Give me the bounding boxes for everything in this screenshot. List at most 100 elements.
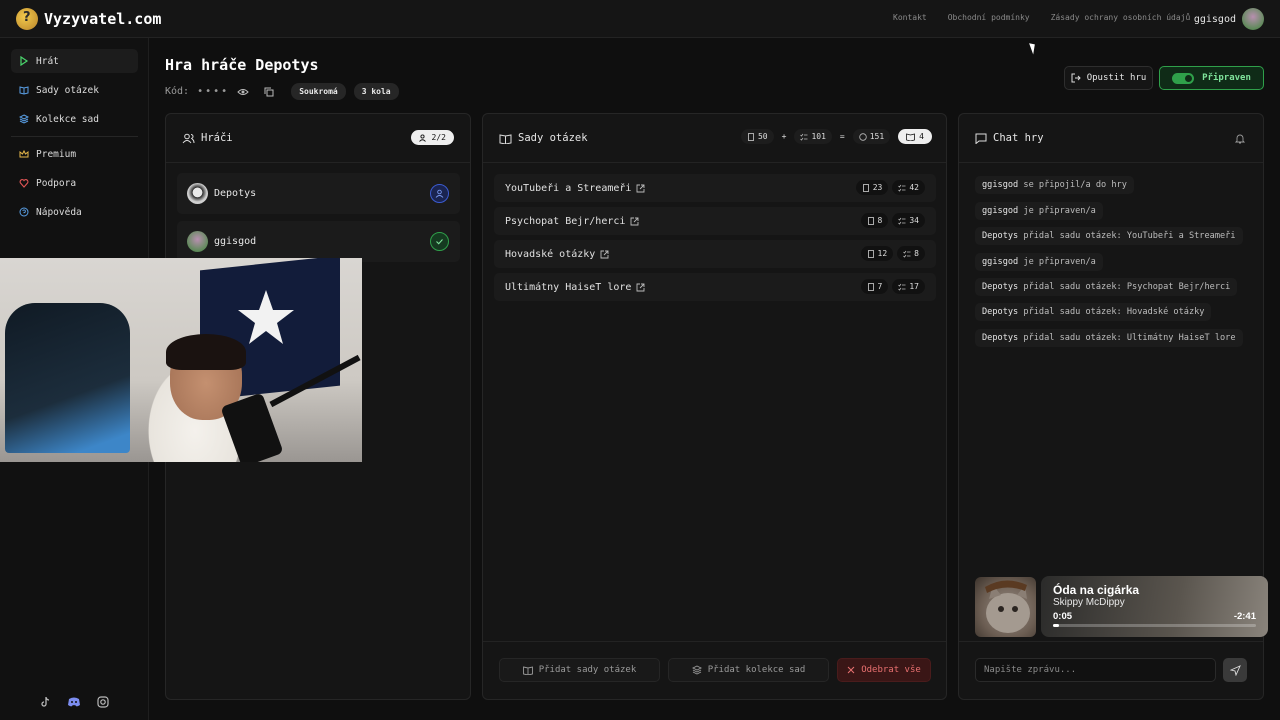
add-question-sets-button[interactable]: Přidat sady otázek: [499, 658, 660, 682]
sidebar-item-collections[interactable]: Kolekce sad: [11, 107, 138, 131]
logo[interactable]: Vyzyvatel.com: [16, 8, 161, 30]
file-icon: [867, 282, 874, 291]
stat-a: 7: [860, 279, 889, 294]
link-contact[interactable]: Kontakt: [893, 13, 927, 22]
sets-count-badge: 4: [898, 129, 932, 144]
question-sets-panel: Sady otázek 50 + 101 = 151 4 YouTubeři a…: [482, 113, 947, 700]
page-title: Hra hráče Depotys: [165, 56, 319, 74]
player-row[interactable]: Depotys: [177, 173, 460, 214]
avatar: [1242, 8, 1264, 30]
chat-input[interactable]: Napište zprávu...: [975, 658, 1216, 682]
add-question-sets-label: Přidat sady otázek: [538, 665, 637, 675]
stat-b: 8: [897, 246, 925, 261]
book-icon: [499, 133, 512, 144]
instagram-icon[interactable]: [97, 696, 109, 708]
sidebar-item-question-sets[interactable]: Sady otázek: [11, 78, 138, 102]
sidebar-item-label: Premium: [36, 148, 77, 160]
chat-message-user: Depotys: [982, 333, 1019, 343]
stat-a: 23: [855, 180, 889, 195]
list-check-icon: [898, 184, 906, 192]
player-row[interactable]: ggisgod: [177, 221, 460, 262]
total-questions-sum: 151: [852, 129, 891, 144]
link-privacy[interactable]: Zásady ochrany osobních údajů: [1051, 13, 1191, 22]
stat-a-value: 8: [877, 216, 883, 225]
question-set-stats: 7 17: [860, 279, 925, 294]
chat-message-user: Depotys: [982, 307, 1019, 317]
discord-icon[interactable]: [67, 696, 81, 708]
sidebar-item-label: Hrát: [36, 55, 59, 67]
chat-message-text: je připraven/a: [1018, 257, 1096, 267]
total-b-value: 101: [811, 132, 826, 141]
stat-a: 8: [860, 213, 889, 228]
jersey: [5, 303, 130, 453]
stat-b-value: 42: [909, 183, 919, 192]
external-link-icon[interactable]: [630, 217, 639, 226]
sidebar-item-support[interactable]: Podpora: [11, 171, 138, 195]
list-check-icon: [903, 250, 911, 258]
track-title: Óda na cigárka: [1053, 583, 1140, 597]
chat-message: ggisgod je připraven/a: [975, 202, 1103, 220]
users-icon: [182, 133, 195, 143]
question-set-row[interactable]: Hovadské otázky 12 8: [494, 240, 936, 268]
tiktok-icon[interactable]: [39, 696, 51, 708]
sidebar-item-label: Kolekce sad: [36, 113, 99, 125]
external-link-icon[interactable]: [600, 250, 609, 259]
host-badge: [430, 184, 449, 203]
crown-icon: [19, 149, 29, 158]
bell-icon[interactable]: [1235, 133, 1245, 144]
top-links: Kontakt Obchodní podmínky Zásady ochrany…: [893, 13, 1190, 22]
stat-b: 42: [892, 180, 925, 195]
book-icon: [19, 86, 29, 95]
heart-icon: [19, 179, 29, 188]
leave-game-label: Opustit hru: [1086, 73, 1147, 83]
remove-all-button[interactable]: Odebrat vše: [837, 658, 931, 682]
avatar: [187, 231, 208, 252]
copy-icon[interactable]: [263, 86, 275, 98]
track-progress-bar[interactable]: [1053, 624, 1256, 627]
ready-toggle[interactable]: [1172, 72, 1195, 84]
help-circle-icon: [859, 132, 867, 141]
players-header: Hráči 2/2: [166, 114, 470, 163]
track-remaining-time: -2:41: [1233, 611, 1256, 622]
chat-message: ggisgod je připraven/a: [975, 253, 1103, 271]
logo-icon: [16, 8, 38, 30]
sidebar-item-premium[interactable]: Premium: [11, 142, 138, 166]
users-icon: [418, 133, 426, 142]
question-set-row[interactable]: YouTubeři a Streameři 23 42: [494, 174, 936, 202]
question-set-row[interactable]: Psychopat Bejr/herci 8 34: [494, 207, 936, 235]
chat-message-user: ggisgod: [982, 180, 1019, 190]
sidebar-item-label: Nápověda: [36, 206, 82, 218]
mouse-cursor-icon: [1029, 41, 1038, 55]
link-terms[interactable]: Obchodní podmínky: [948, 13, 1030, 22]
players-count-badge: 2/2: [410, 130, 454, 145]
player-name: ggisgod: [214, 236, 257, 247]
sidebar-divider: [11, 136, 138, 137]
chat-message-text: přidal sadu otázek: Ultimátny HaiseT lor…: [1018, 333, 1236, 343]
add-collections-button[interactable]: Přidat kolekce sad: [668, 658, 829, 682]
external-link-icon[interactable]: [636, 283, 645, 292]
user-menu[interactable]: ggisgod: [1194, 8, 1264, 30]
ready-toggle-button[interactable]: Připraven: [1159, 66, 1264, 90]
stat-a-value: 23: [872, 183, 883, 192]
user-icon: [435, 189, 444, 198]
list-check-icon: [898, 217, 906, 225]
sidebar-item-help[interactable]: Nápověda: [11, 200, 138, 224]
chat-message-text: přidal sadu otázek: Psychopat Bejr/herci: [1018, 282, 1231, 292]
equals-sign: =: [839, 132, 845, 141]
now-playing-widget[interactable]: Óda na cigárka Skippy McDippy 0:05 -2:41: [975, 576, 1268, 637]
message-square-icon: [975, 133, 987, 144]
question-set-stats: 23 42: [855, 180, 925, 195]
sets-count: 4: [919, 132, 924, 141]
game-code-row: Kód: •••• Soukromá 3 kola: [165, 83, 399, 100]
external-link-icon[interactable]: [636, 184, 645, 193]
track-current-time: 0:05: [1053, 611, 1073, 622]
sidebar-item-play[interactable]: Hrát: [11, 49, 138, 73]
leave-game-button[interactable]: Opustit hru: [1064, 66, 1153, 90]
file-icon: [867, 249, 874, 258]
send-button[interactable]: [1223, 658, 1247, 682]
eye-icon[interactable]: [237, 87, 249, 97]
question-set-row[interactable]: Ultimátny HaiseT lore 7 17: [494, 273, 936, 301]
avatar: [187, 183, 208, 204]
stat-b-value: 34: [909, 216, 919, 225]
stat-b: 17: [892, 279, 925, 294]
